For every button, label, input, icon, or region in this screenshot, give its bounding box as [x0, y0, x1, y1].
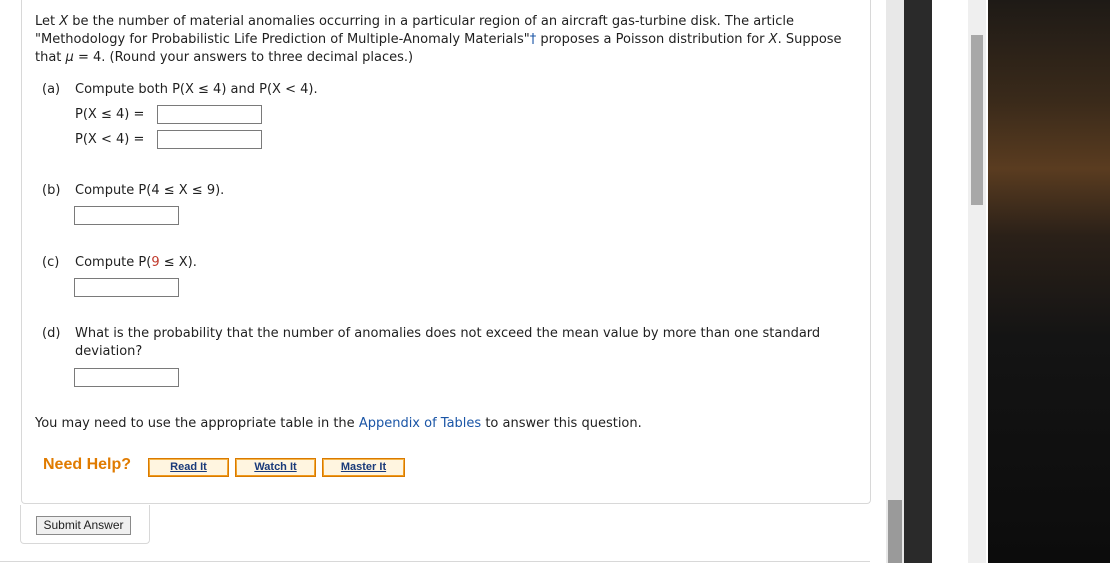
part-b-text: Compute P(4 ≤ X ≤ 9). — [75, 183, 225, 198]
master-it-button[interactable]: Master It — [322, 458, 405, 477]
divider — [0, 561, 870, 562]
watch-it-button[interactable]: Watch It — [235, 458, 316, 477]
part-c-label: (c) — [42, 255, 60, 270]
appendix-link[interactable]: Appendix of Tables — [359, 416, 481, 431]
eq-p-lt-4: P(X < 4) = — [75, 132, 145, 147]
eq-p-le-4: P(X ≤ 4) = — [75, 107, 145, 122]
scrollbar-outer-thumb[interactable] — [971, 35, 983, 205]
scrollbar-outer[interactable] — [968, 0, 986, 563]
submit-answer-button[interactable]: Submit Answer — [36, 516, 131, 535]
answer-c-input[interactable] — [74, 278, 179, 297]
part-d-text: What is the probability that the number … — [75, 326, 821, 359]
answer-b-input[interactable] — [74, 206, 179, 225]
part-d-label: (d) — [42, 326, 61, 341]
dark-panel — [904, 0, 932, 563]
part-a-label: (a) — [42, 82, 61, 97]
answer-a1-input[interactable] — [157, 105, 262, 124]
part-b-label: (b) — [42, 183, 61, 198]
question-text: Let X be the number of material anomalie… — [35, 14, 842, 65]
need-help-title: Need Help? — [43, 456, 132, 473]
part-c-text: Compute P(9 ≤ X). — [75, 255, 197, 270]
part-a-text: Compute both P(X ≤ 4) and P(X < 4). — [75, 82, 318, 97]
scrollbar-thumb[interactable] — [888, 500, 902, 563]
scrollbar-inner[interactable] — [886, 0, 904, 563]
read-it-button[interactable]: Read It — [148, 458, 229, 477]
answer-a2-input[interactable] — [157, 130, 262, 149]
appendix-note: You may need to use the appropriate tabl… — [35, 416, 642, 431]
background-image — [988, 0, 1110, 563]
answer-d-input[interactable] — [74, 368, 179, 387]
